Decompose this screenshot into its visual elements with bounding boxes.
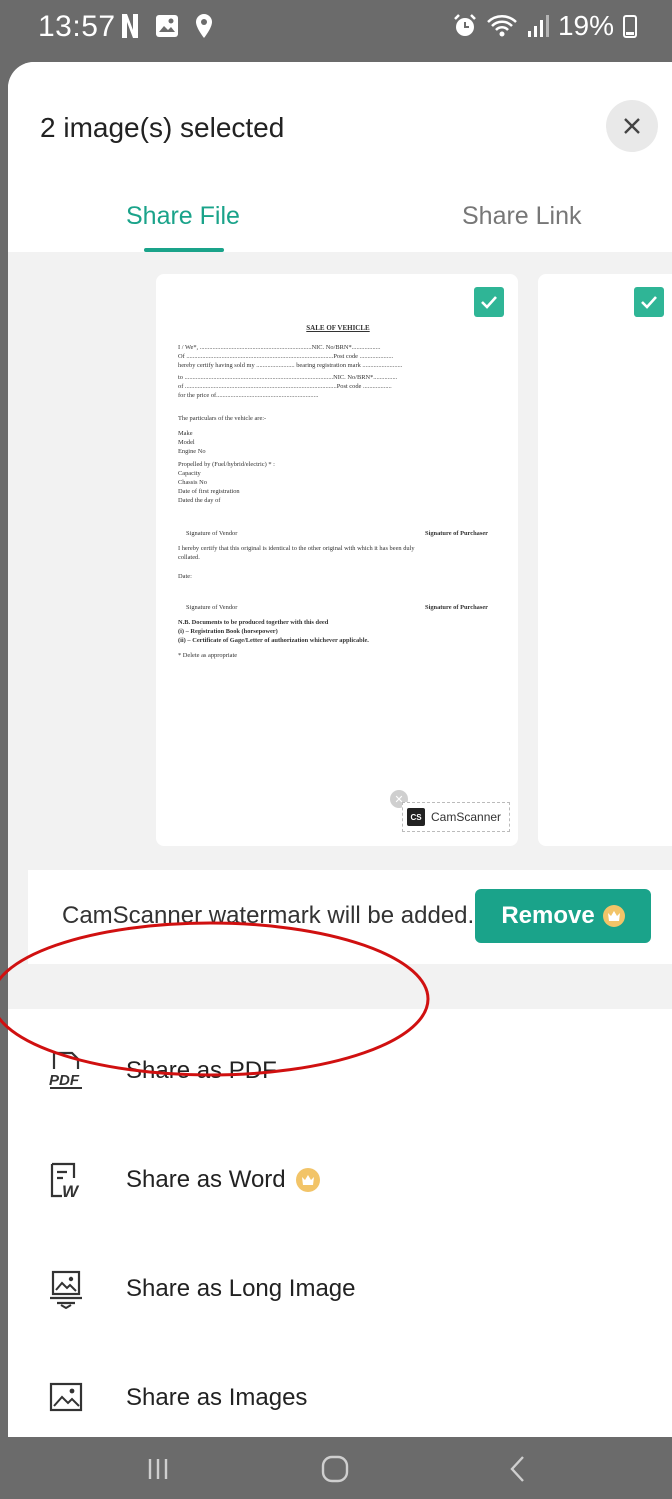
svg-text:PDF: PDF <box>49 1072 80 1089</box>
system-nav-bar <box>0 1437 672 1499</box>
doc-field: Make <box>178 430 193 437</box>
location-icon <box>196 14 212 38</box>
remove-label: Remove <box>501 902 595 929</box>
sheet-title: 2 image(s) selected <box>40 112 285 143</box>
tab-share-link[interactable]: Share Link <box>462 202 582 231</box>
page-1-checkbox[interactable] <box>474 287 504 317</box>
netflix-icon <box>122 14 138 38</box>
back-icon <box>510 1456 524 1482</box>
close-button[interactable] <box>606 100 658 152</box>
document-content: SALE OF VEHICLE I / We*, ...............… <box>178 324 498 660</box>
page-preview-1[interactable]: SALE OF VEHICLE I / We*, ...............… <box>156 274 518 846</box>
gallery-icon <box>156 15 178 37</box>
doc-nb: (ii) – Certificate of Gage/Letter of aut… <box>178 637 369 644</box>
signature-row: Signature of Vendor Signature of Purchas… <box>178 529 498 538</box>
doc-field: Capacity <box>178 470 201 477</box>
watermark-notice: CamScanner watermark will be added. Remo… <box>28 870 672 964</box>
doc-field: Model <box>178 439 195 446</box>
doc-particulars: The particulars of the vehicle are:- <box>178 415 267 422</box>
share-as-word-option[interactable]: W Share as Word <box>8 1128 672 1238</box>
status-notification-icons <box>120 13 214 39</box>
page-2-checkbox[interactable] <box>634 287 664 317</box>
tab-share-file[interactable]: Share File <box>126 202 240 231</box>
share-as-word-label: Share as Word <box>126 1166 320 1194</box>
back-button[interactable] <box>498 1451 538 1487</box>
close-icon <box>624 118 640 134</box>
doc-nb: (i) – Registration Book (horsepower) <box>178 628 278 635</box>
sig-vendor: Signature of Vendor <box>186 530 238 537</box>
watermark-notice-text: CamScanner watermark will be added. <box>62 902 475 929</box>
share-as-pdf-label: Share as PDF <box>126 1057 277 1084</box>
sig-vendor-2: Signature of Vendor <box>186 604 238 611</box>
doc-field: Engine No <box>178 448 206 455</box>
status-right-icons: 19% <box>452 10 638 42</box>
home-icon <box>321 1455 349 1483</box>
battery-percent: 19% <box>557 10 614 41</box>
sig-purchaser: Signature of Purchaser <box>425 530 488 537</box>
doc-propelled: Propelled by (Fuel/hybrid/electric) * : <box>178 461 275 468</box>
long-image-icon <box>50 1270 82 1309</box>
pdf-icon: PDF <box>49 1051 82 1089</box>
preview-carousel[interactable]: SALE OF VEHICLE I / We*, ...............… <box>8 252 672 1009</box>
status-time: 13:57 <box>38 10 116 43</box>
share-as-images-label: Share as Images <box>126 1384 308 1411</box>
share-as-long-image-label: Share as Long Image <box>126 1275 356 1302</box>
doc-certify: I hereby certify that this original is i… <box>178 545 415 552</box>
check-icon <box>481 296 497 309</box>
doc-date: Date: <box>178 573 192 580</box>
images-icon <box>49 1382 83 1412</box>
share-as-long-image-option[interactable]: Share as Long Image <box>8 1237 672 1347</box>
home-button[interactable] <box>315 1451 355 1487</box>
word-icon: W <box>50 1162 80 1200</box>
status-bar: 13:57 19% <box>0 0 672 62</box>
alarm-icon <box>454 14 476 36</box>
doc-field: Chassis No <box>178 479 207 486</box>
doc-line: Of .....................................… <box>178 353 394 360</box>
premium-crown-icon <box>602 905 625 927</box>
signature-row-2: Signature of Vendor Signature of Purchas… <box>178 603 498 612</box>
doc-line: for the price of........................… <box>178 392 319 399</box>
doc-line: I / We*, ...............................… <box>178 344 381 351</box>
doc-field: Dated the day of <box>178 497 221 504</box>
sig-purchaser-2: Signature of Purchaser <box>425 604 488 611</box>
premium-crown-icon <box>295 1168 320 1192</box>
sheet-header: 2 image(s) selected Share File Share Lin… <box>8 62 672 252</box>
doc-certify-2: collated. <box>178 554 200 561</box>
watermark-brand: CamScanner <box>431 810 502 824</box>
check-icon <box>641 296 657 309</box>
svg-text:W: W <box>62 1182 80 1200</box>
signal-icon <box>527 15 549 37</box>
share-sheet: 2 image(s) selected Share File Share Lin… <box>8 62 672 1437</box>
recent-apps-icon <box>148 1459 168 1479</box>
remove-watermark-button[interactable]: Remove <box>475 889 651 943</box>
tab-bar: Share File Share Link <box>8 190 672 252</box>
camscanner-watermark: CS CamScanner <box>402 802 510 832</box>
doc-field: Date of first registration <box>178 488 240 495</box>
doc-line: of .....................................… <box>178 383 392 390</box>
doc-footnote: * Delete as appropriate <box>178 652 238 659</box>
document-title: SALE OF VEHICLE <box>306 324 370 332</box>
doc-nb: N.B. Documents to be produced together w… <box>178 619 329 626</box>
doc-line: hereby certify having sold my ..........… <box>178 362 403 369</box>
battery-icon <box>623 15 637 38</box>
recent-apps-button[interactable] <box>138 1451 178 1487</box>
camscanner-logo-icon: CS <box>407 808 425 826</box>
wifi-icon <box>487 15 517 37</box>
share-as-pdf-option[interactable]: PDF Share as PDF <box>8 1019 672 1129</box>
page-preview-2[interactable] <box>538 274 672 846</box>
doc-line: to .....................................… <box>178 374 398 381</box>
